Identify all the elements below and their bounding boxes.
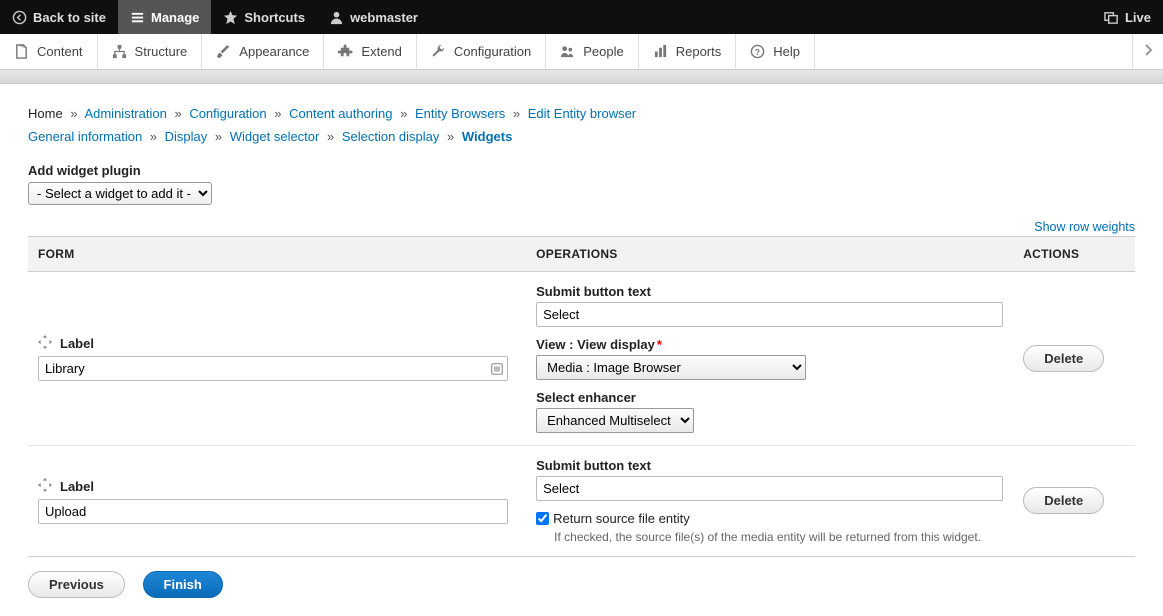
submit-text-label: Submit button text: [536, 458, 1003, 473]
crumb-selection-display[interactable]: Selection display: [342, 129, 440, 144]
previous-button[interactable]: Previous: [28, 571, 125, 598]
svg-text:?: ?: [755, 47, 760, 57]
people-icon: [560, 44, 575, 59]
puzzle-icon: [338, 44, 353, 59]
widget-label-input[interactable]: [38, 499, 508, 524]
paintbrush-icon: [216, 44, 231, 59]
bar-chart-icon: [653, 44, 668, 59]
shortcuts-toggle[interactable]: Shortcuts: [211, 0, 317, 34]
live-label: Live: [1125, 10, 1151, 25]
widget-label-input[interactable]: [38, 356, 508, 381]
return-source-label: Return source file entity: [553, 511, 690, 526]
enhancer-label: Select enhancer: [536, 390, 1003, 405]
submit-text-input[interactable]: [536, 302, 1003, 327]
view-display-label: View : View display*: [536, 337, 1003, 352]
crumb-widgets: Widgets: [462, 129, 512, 144]
toolbar-overflow[interactable]: [1132, 34, 1163, 69]
wrench-icon: [431, 44, 446, 59]
delete-button[interactable]: Delete: [1023, 345, 1104, 372]
crumb-configuration[interactable]: Configuration: [189, 106, 266, 121]
header-separator: [0, 70, 1163, 84]
user-menu[interactable]: webmaster: [317, 0, 430, 34]
crumb-administration[interactable]: Administration: [84, 106, 166, 121]
manage-label: Manage: [151, 10, 199, 25]
chevron-right-icon: [1143, 43, 1153, 60]
windows-icon: [1104, 10, 1119, 25]
widget-label-title: Label: [60, 336, 94, 351]
menu-help[interactable]: ? Help: [736, 34, 815, 69]
star-icon: [223, 10, 238, 25]
menu-extend[interactable]: Extend: [324, 34, 416, 69]
crumb-content-authoring[interactable]: Content authoring: [289, 106, 392, 121]
user-label: webmaster: [350, 10, 418, 25]
menu-appearance[interactable]: Appearance: [202, 34, 324, 69]
drag-handle-icon[interactable]: [38, 335, 52, 352]
crumb-display[interactable]: Display: [165, 129, 208, 144]
menu-configuration[interactable]: Configuration: [417, 34, 546, 69]
live-toggle[interactable]: Live: [1092, 0, 1163, 34]
add-widget-label: Add widget plugin: [28, 163, 1135, 178]
back-to-site-label: Back to site: [33, 10, 106, 25]
return-source-checkbox[interactable]: [536, 512, 549, 525]
return-source-description: If checked, the source file(s) of the me…: [554, 530, 1003, 544]
machine-name-icon[interactable]: [490, 362, 504, 376]
breadcrumb: Home » Administration » Configuration » …: [28, 102, 1135, 149]
drag-handle-icon[interactable]: [38, 478, 52, 495]
finish-button[interactable]: Finish: [143, 571, 223, 598]
menu-structure[interactable]: Structure: [98, 34, 203, 69]
user-icon: [329, 10, 344, 25]
hamburger-icon: [130, 10, 145, 25]
arrow-left-circle-icon: [12, 10, 27, 25]
view-display-select[interactable]: Media : Image Browser: [536, 355, 806, 380]
shortcuts-label: Shortcuts: [244, 10, 305, 25]
page-icon: [14, 44, 29, 59]
crumb-entity-browsers[interactable]: Entity Browsers: [415, 106, 505, 121]
enhancer-select[interactable]: Enhanced Multiselect: [536, 408, 694, 433]
menu-reports[interactable]: Reports: [639, 34, 737, 69]
back-to-site[interactable]: Back to site: [0, 0, 118, 34]
widget-row: Label Submit button text: [28, 271, 1135, 445]
hierarchy-icon: [112, 44, 127, 59]
manage-toggle[interactable]: Manage: [118, 0, 211, 34]
widget-label-title: Label: [60, 479, 94, 494]
help-icon: ?: [750, 44, 765, 59]
delete-button[interactable]: Delete: [1023, 487, 1104, 514]
menu-people[interactable]: People: [546, 34, 638, 69]
submit-text-input[interactable]: [536, 476, 1003, 501]
menu-content[interactable]: Content: [0, 34, 98, 69]
crumb-home[interactable]: Home: [28, 106, 63, 121]
admin-toolbar-menu: Content Structure Appearance Extend Conf…: [0, 34, 1163, 70]
crumb-general-information[interactable]: General information: [28, 129, 142, 144]
col-form: FORM: [28, 236, 526, 271]
widgets-table: FORM OPERATIONS ACTIONS Label: [28, 236, 1135, 557]
submit-text-label: Submit button text: [536, 284, 1003, 299]
col-operations: OPERATIONS: [526, 236, 1013, 271]
form-actions: Previous Finish: [28, 571, 1135, 598]
add-widget-select[interactable]: - Select a widget to add it -: [28, 182, 212, 205]
crumb-edit-entity-browser[interactable]: Edit Entity browser: [528, 106, 636, 121]
show-row-weights-link[interactable]: Show row weights: [1034, 220, 1135, 234]
admin-toolbar-top: Back to site Manage Shortcuts webmaster …: [0, 0, 1163, 34]
crumb-widget-selector[interactable]: Widget selector: [230, 129, 320, 144]
col-actions: ACTIONS: [1013, 236, 1135, 271]
widget-row: Label Submit button text Return source f…: [28, 445, 1135, 556]
